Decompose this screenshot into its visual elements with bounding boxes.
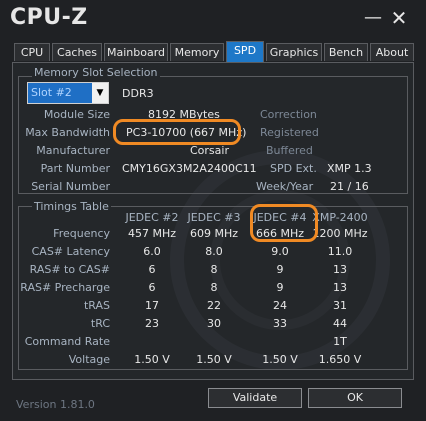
cas-latency-label: CAS# Latency bbox=[31, 245, 110, 258]
max-bandwidth-label: Max Bandwidth bbox=[25, 126, 110, 139]
voltage-jedec4: 1.50 V bbox=[262, 353, 298, 366]
rp-jedec4: 9 bbox=[276, 281, 284, 294]
tab-cpu[interactable]: CPU bbox=[14, 43, 50, 61]
cpuz-window: CPU-Z — ✕ CPU Caches Mainboard Memory SP… bbox=[0, 0, 426, 421]
frequency-xmp: 1200 MHz bbox=[312, 227, 368, 240]
rp-jedec3: 8 bbox=[210, 281, 218, 294]
timings-group-label: Timings Table bbox=[32, 200, 111, 213]
memory-type: DDR3 bbox=[122, 87, 154, 100]
part-number-label: Part Number bbox=[40, 162, 110, 175]
timing-col-jedec3: JEDEC #3 bbox=[187, 211, 241, 224]
voltage-label: Voltage bbox=[68, 353, 110, 366]
tras-xmp: 31 bbox=[333, 299, 347, 312]
cas-jedec2: 6.0 bbox=[143, 245, 161, 258]
tab-spd[interactable]: SPD bbox=[226, 41, 264, 62]
rcd-xmp: 13 bbox=[333, 263, 347, 276]
part-number-value: CMY16GX3M2A2400C11 bbox=[122, 162, 257, 175]
ok-button[interactable]: OK bbox=[308, 388, 402, 408]
ras-to-cas-label: RAS# to CAS# bbox=[29, 263, 110, 276]
command-rate-label: Command Rate bbox=[24, 335, 110, 348]
tras-jedec3: 22 bbox=[207, 299, 221, 312]
slot-select[interactable]: Slot #2 ▼ bbox=[27, 82, 109, 104]
title-bar: CPU-Z — ✕ bbox=[0, 0, 426, 38]
voltage-xmp: 1.650 V bbox=[318, 353, 362, 366]
trc-xmp: 44 bbox=[333, 317, 347, 330]
registered-label: Registered bbox=[260, 126, 319, 139]
rcd-jedec2: 6 bbox=[148, 263, 156, 276]
trc-jedec2: 23 bbox=[145, 317, 159, 330]
spd-ext-value: XMP 1.3 bbox=[327, 162, 372, 175]
frequency-jedec3: 609 MHz bbox=[189, 227, 239, 240]
voltage-jedec3: 1.50 V bbox=[196, 353, 232, 366]
tras-jedec4: 24 bbox=[273, 299, 287, 312]
timing-col-xmp2400: XMP-2400 bbox=[312, 211, 368, 224]
window-title: CPU-Z bbox=[10, 5, 88, 30]
voltage-jedec2: 1.50 V bbox=[134, 353, 170, 366]
tab-graphics[interactable]: Graphics bbox=[266, 43, 322, 61]
tab-bar: CPU Caches Mainboard Memory SPD Graphics… bbox=[14, 41, 414, 63]
rcd-jedec3: 8 bbox=[210, 263, 218, 276]
week-year-value: 21 / 16 bbox=[330, 180, 369, 193]
tab-caches[interactable]: Caches bbox=[52, 43, 102, 61]
close-icon[interactable]: ✕ bbox=[388, 8, 410, 28]
memory-slot-group-label: Memory Slot Selection bbox=[32, 66, 160, 79]
tab-bench[interactable]: Bench bbox=[324, 43, 368, 61]
trc-jedec3: 30 bbox=[207, 317, 221, 330]
cas-jedec4: 9.0 bbox=[271, 245, 289, 258]
tab-memory[interactable]: Memory bbox=[170, 43, 224, 61]
tab-mainboard[interactable]: Mainboard bbox=[104, 43, 168, 61]
rp-jedec2: 6 bbox=[148, 281, 156, 294]
manufacturer-label: Manufacturer bbox=[36, 144, 110, 157]
week-year-label: Week/Year bbox=[256, 180, 314, 193]
bandwidth-highlight bbox=[113, 119, 241, 145]
cas-xmp: 11.0 bbox=[327, 245, 353, 258]
frequency-jedec2: 457 MHz bbox=[127, 227, 177, 240]
manufacturer-value: Corsair bbox=[190, 144, 229, 157]
validate-button[interactable]: Validate bbox=[208, 388, 302, 408]
tras-label: tRAS bbox=[83, 299, 110, 312]
tab-about[interactable]: About bbox=[370, 43, 414, 61]
correction-label: Correction bbox=[260, 108, 317, 121]
minimize-icon[interactable]: — bbox=[362, 8, 384, 28]
serial-number-label: Serial Number bbox=[31, 180, 110, 193]
timing-col-jedec2: JEDEC #2 bbox=[125, 211, 179, 224]
tras-jedec2: 17 bbox=[145, 299, 159, 312]
ras-precharge-label: RAS# Precharge bbox=[20, 281, 110, 294]
trc-jedec4: 33 bbox=[273, 317, 287, 330]
cas-jedec3: 8.0 bbox=[205, 245, 223, 258]
module-size-label: Module Size bbox=[43, 108, 110, 121]
frequency-label: Frequency bbox=[53, 227, 110, 240]
version-text: Version 1.81.0 bbox=[16, 398, 95, 411]
buffered-label: Buffered bbox=[266, 144, 313, 157]
chevron-down-icon[interactable]: ▼ bbox=[92, 83, 108, 103]
cr-xmp: 1T bbox=[333, 335, 347, 348]
rp-xmp: 13 bbox=[333, 281, 347, 294]
spd-ext-label: SPD Ext. bbox=[270, 162, 317, 175]
trc-label: tRC bbox=[90, 317, 110, 330]
rcd-jedec4: 9 bbox=[276, 263, 284, 276]
jedec4-highlight bbox=[250, 204, 318, 242]
slot-select-value: Slot #2 bbox=[31, 86, 72, 99]
